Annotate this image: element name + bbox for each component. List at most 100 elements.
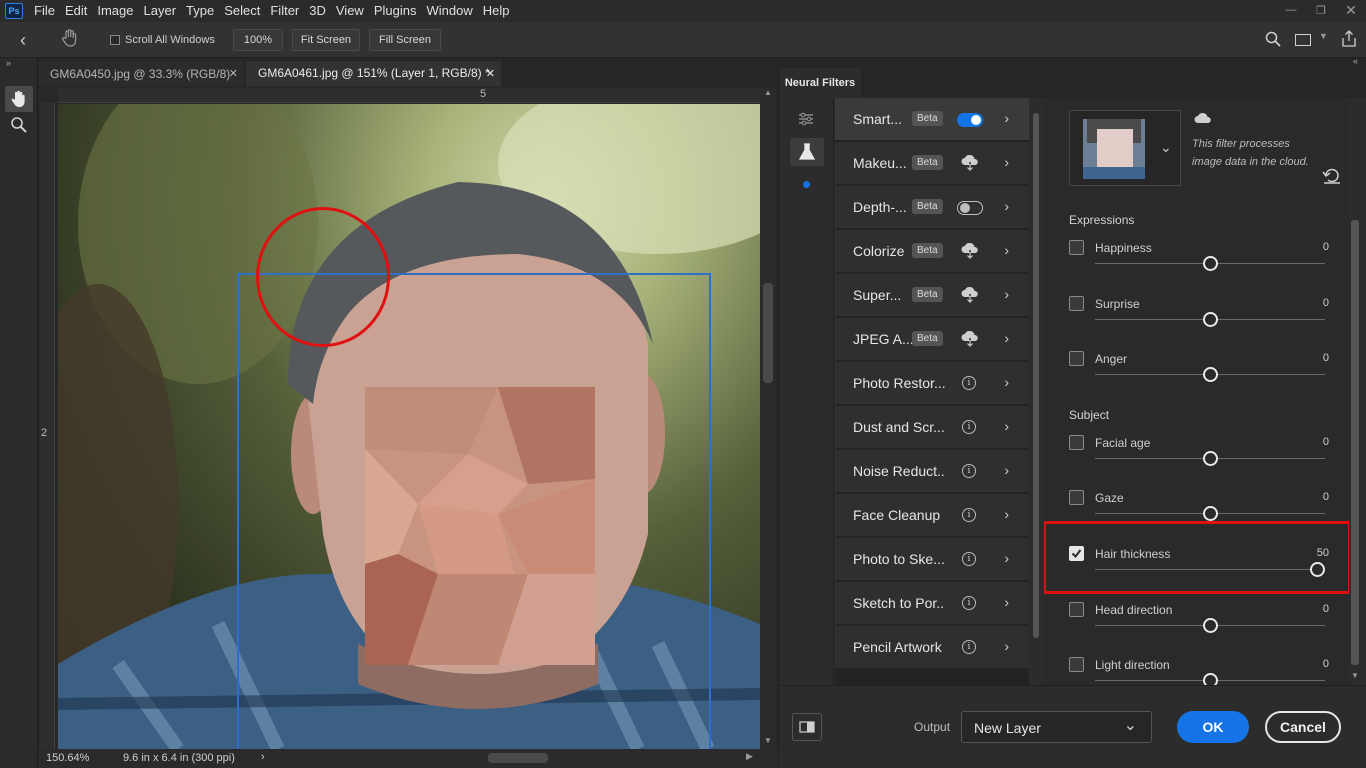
filter-item[interactable]: Pencil Artwork i ›	[835, 626, 1029, 669]
filter-item[interactable]: Colorize Beta ›	[835, 230, 1029, 273]
chevron-right-icon[interactable]: ›	[1004, 110, 1009, 126]
menu-plugins[interactable]: Plugins	[369, 0, 422, 22]
filter-item[interactable]: Super... Beta ›	[835, 274, 1029, 317]
chevron-right-icon[interactable]: ›	[1004, 154, 1009, 170]
scroll-up-icon[interactable]: ▲	[764, 88, 772, 97]
info-icon[interactable]: i	[962, 552, 976, 566]
menu-file[interactable]: File	[29, 0, 60, 22]
chevron-right-icon[interactable]: ›	[1004, 506, 1009, 522]
search-icon[interactable]	[1265, 31, 1281, 50]
slider-thumb[interactable]	[1202, 673, 1218, 685]
collapse-panels-icon[interactable]: «	[1353, 56, 1358, 66]
info-icon[interactable]: i	[962, 640, 976, 654]
chevron-right-icon[interactable]: ›	[1004, 198, 1009, 214]
back-icon[interactable]: ‹	[20, 30, 26, 51]
hand-tool-button[interactable]	[5, 86, 33, 112]
scroll-thumb[interactable]	[763, 283, 773, 383]
filter-item[interactable]: Noise Reduct... i ›	[835, 450, 1029, 493]
minimize-icon[interactable]: —	[1276, 0, 1306, 20]
photo-canvas[interactable]	[58, 104, 760, 749]
menu-3d[interactable]: 3D	[304, 0, 331, 22]
scroll-right-icon[interactable]: ▶	[746, 751, 753, 762]
restore-icon[interactable]: ❐	[1306, 0, 1336, 20]
settings-scrollbar[interactable]: ▼	[1349, 205, 1361, 685]
hand-tool-icon[interactable]	[60, 28, 82, 50]
filter-item[interactable]: Sketch to Por... i ›	[835, 582, 1029, 625]
close-icon[interactable]: ✕	[1336, 0, 1366, 20]
param-checkbox[interactable]	[1069, 240, 1084, 255]
chevron-down-icon[interactable]: ▼	[1319, 31, 1328, 41]
tab-document-1[interactable]: GM6A0450.jpg @ 33.3% (RGB/8) ✕	[38, 61, 244, 86]
chevron-right-icon[interactable]: ›	[1004, 286, 1009, 302]
cloud-download-icon[interactable]	[961, 242, 979, 262]
param-checkbox[interactable]	[1069, 435, 1084, 450]
close-icon[interactable]: ✕	[486, 67, 495, 80]
param-checkbox[interactable]	[1069, 657, 1084, 672]
cancel-button[interactable]: Cancel	[1265, 711, 1341, 743]
filter-item[interactable]: Dust and Scr... i ›	[835, 406, 1029, 449]
filter-toggle[interactable]	[957, 113, 983, 127]
slider-thumb[interactable]	[1202, 451, 1218, 466]
share-icon[interactable]	[1341, 30, 1357, 51]
sliders-icon[interactable]	[798, 112, 814, 129]
info-icon[interactable]: i	[962, 420, 976, 434]
chevron-right-icon[interactable]: ›	[1004, 374, 1009, 390]
fit-screen-button[interactable]: Fit Screen	[292, 29, 360, 51]
slider-thumb[interactable]	[1202, 367, 1218, 382]
chevron-right-icon[interactable]: ›	[1004, 330, 1009, 346]
menu-layer[interactable]: Layer	[139, 0, 182, 22]
scroll-down-icon[interactable]: ▼	[764, 736, 772, 745]
chevron-right-icon[interactable]: ›	[1004, 462, 1009, 478]
chevron-right-icon[interactable]: ›	[1004, 418, 1009, 434]
scroll-thumb[interactable]	[1351, 220, 1359, 665]
param-checkbox[interactable]	[1069, 490, 1084, 505]
zoom-100-button[interactable]: 100%	[233, 29, 283, 51]
slider-thumb[interactable]	[1202, 256, 1218, 271]
chevron-right-icon[interactable]: ›	[1004, 550, 1009, 566]
output-select[interactable]: New Layer ⌄	[961, 711, 1152, 743]
fill-screen-button[interactable]: Fill Screen	[369, 29, 441, 51]
scroll-all-windows-checkbox[interactable]	[110, 35, 120, 45]
reset-icon[interactable]	[1322, 168, 1342, 187]
filter-item[interactable]: Smart... Beta ›	[835, 98, 1029, 141]
param-checkbox[interactable]	[1069, 296, 1084, 311]
slider-thumb[interactable]	[1202, 506, 1218, 521]
filter-list-scrollbar[interactable]	[1030, 98, 1042, 685]
canvas-scrollbar-vertical[interactable]: ▲ ▼	[760, 88, 776, 749]
filter-item[interactable]: Photo Restor... i ›	[835, 362, 1029, 405]
tab-document-2[interactable]: GM6A0461.jpg @ 151% (Layer 1, RGB/8) * ✕	[246, 61, 501, 86]
info-icon[interactable]: i	[962, 376, 976, 390]
menu-edit[interactable]: Edit	[60, 0, 92, 22]
filter-item[interactable]: Depth-... Beta ›	[835, 186, 1029, 229]
menu-window[interactable]: Window	[421, 0, 477, 22]
menu-type[interactable]: Type	[181, 0, 219, 22]
param-checkbox[interactable]	[1069, 602, 1084, 617]
filter-item[interactable]: JPEG A... Beta ›	[835, 318, 1029, 361]
chevron-down-icon[interactable]: ⌄	[1160, 139, 1172, 156]
filter-toggle[interactable]	[957, 201, 983, 215]
info-icon[interactable]: i	[962, 508, 976, 522]
menu-filter[interactable]: Filter	[265, 0, 304, 22]
workspace-icon[interactable]	[1295, 34, 1311, 46]
filter-item[interactable]: Makeu... Beta ›	[835, 142, 1029, 185]
ok-button[interactable]: OK	[1177, 711, 1249, 743]
tab-neural-filters[interactable]: Neural Filters	[779, 68, 861, 98]
collapse-icon[interactable]: »	[6, 58, 11, 68]
info-icon[interactable]: i	[962, 464, 976, 478]
cloud-download-icon[interactable]	[961, 286, 979, 306]
cloud-download-icon[interactable]	[961, 154, 979, 174]
zoom-tool-icon[interactable]	[10, 116, 28, 137]
cloud-download-icon[interactable]	[961, 330, 979, 350]
chevron-right-icon[interactable]: ›	[1004, 242, 1009, 258]
chevron-right-icon[interactable]: ›	[1004, 638, 1009, 654]
menu-select[interactable]: Select	[219, 0, 265, 22]
chevron-right-icon[interactable]: ›	[261, 751, 265, 763]
compare-view-button[interactable]	[792, 713, 822, 741]
menu-image[interactable]: Image	[92, 0, 138, 22]
scroll-thumb[interactable]	[1033, 113, 1039, 638]
slider-thumb[interactable]	[1202, 312, 1218, 327]
scroll-down-icon[interactable]: ▼	[1351, 671, 1359, 680]
face-thumbnail-picker[interactable]: ⌄	[1069, 110, 1181, 186]
horizontal-scroll-thumb[interactable]	[488, 753, 548, 763]
filter-item[interactable]: Photo to Ske... i ›	[835, 538, 1029, 581]
